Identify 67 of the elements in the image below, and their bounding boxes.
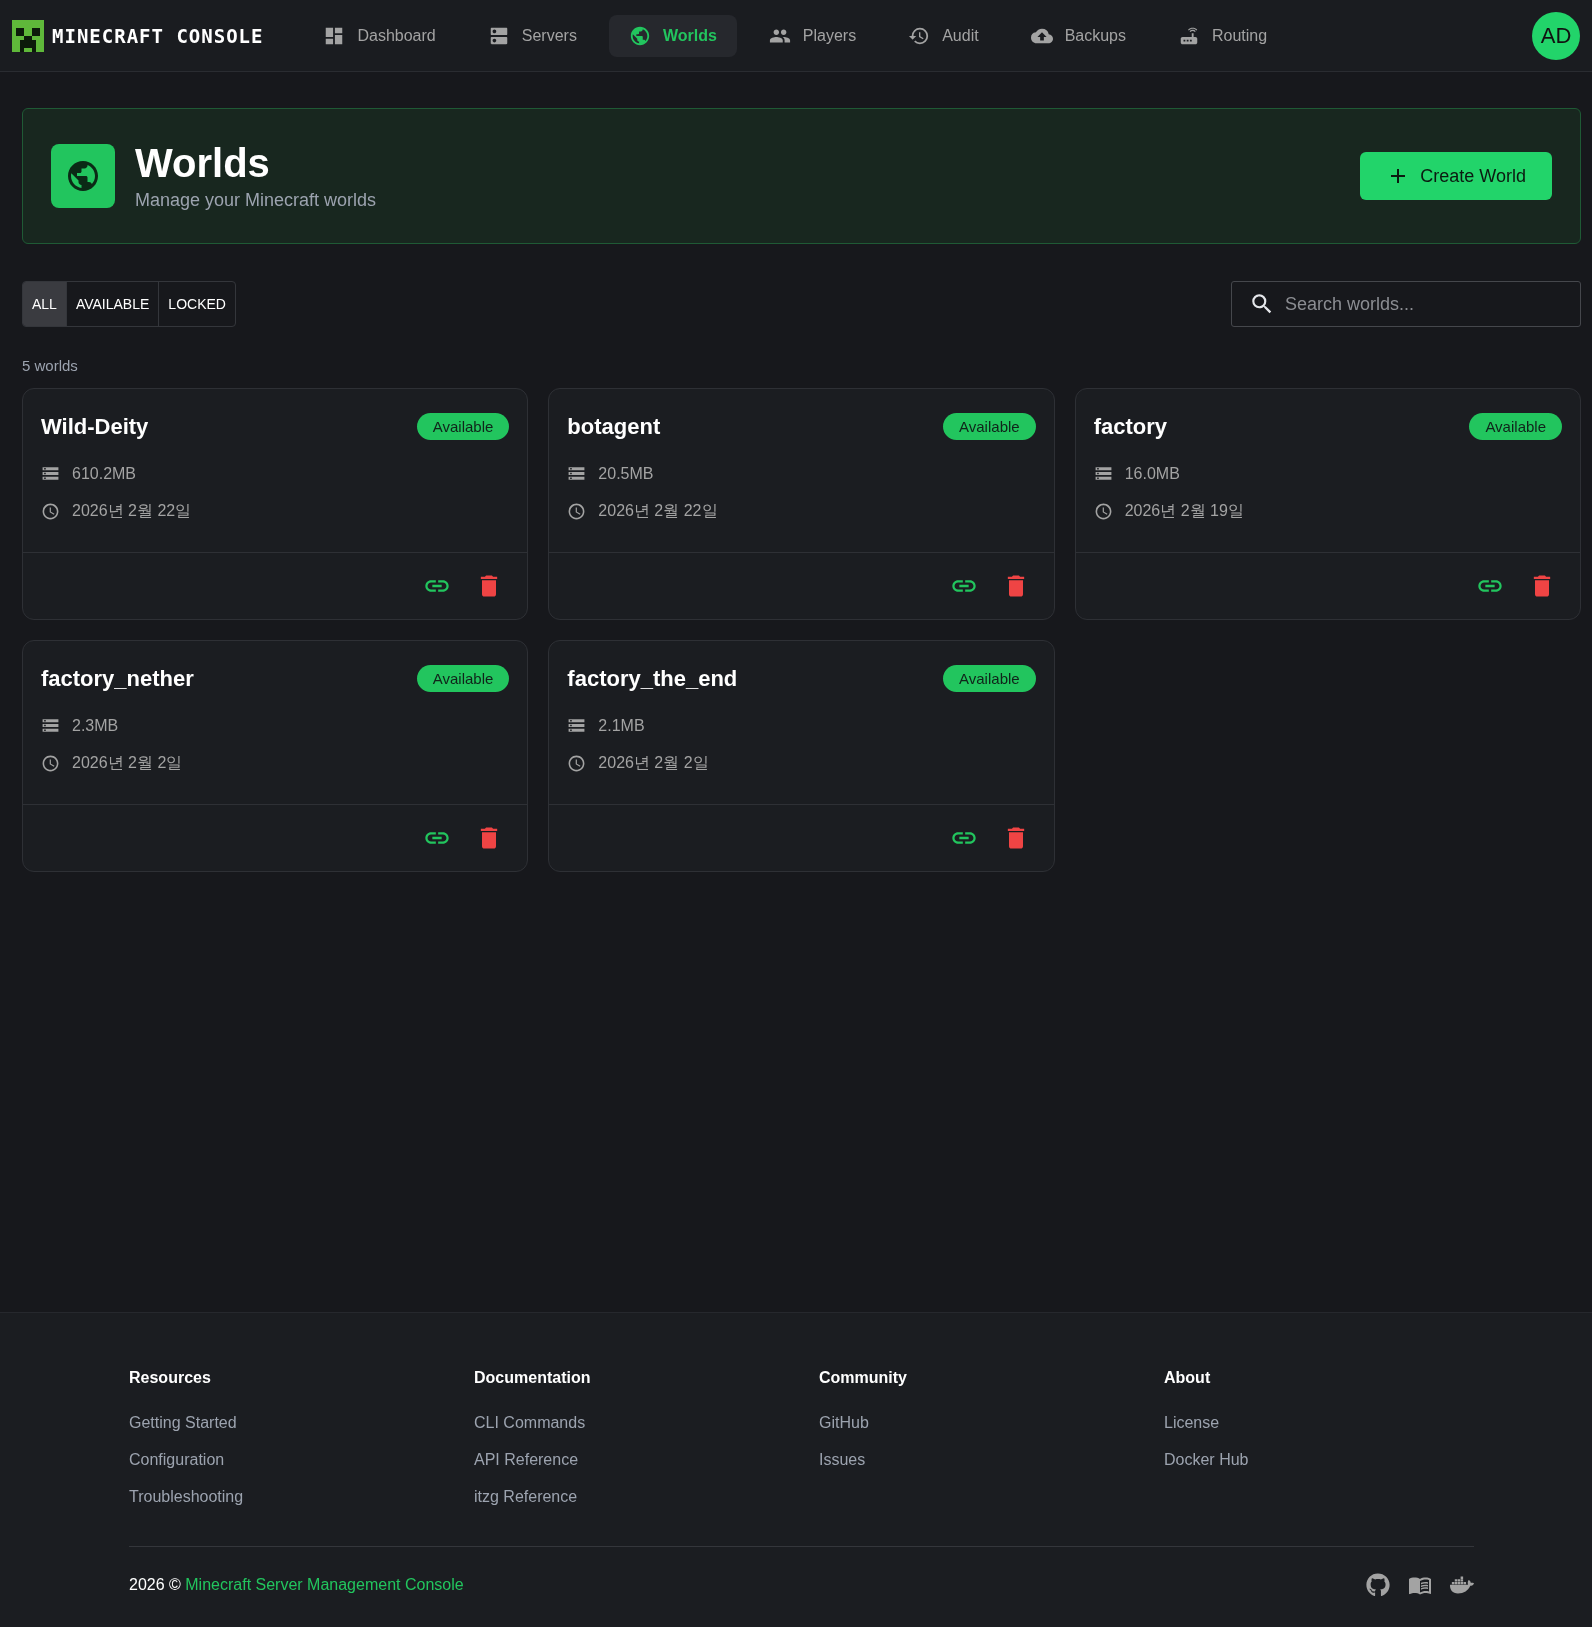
footer-heading: About bbox=[1164, 1369, 1212, 1387]
footer-link[interactable]: Issues bbox=[819, 1451, 1164, 1469]
status-badge: Available bbox=[943, 413, 1036, 440]
footer-link[interactable]: License bbox=[1164, 1414, 1509, 1432]
nav-tab[interactable]: Dashboard bbox=[303, 14, 456, 57]
github-icon[interactable] bbox=[1366, 1573, 1390, 1597]
world-name: factory bbox=[1093, 413, 1167, 440]
nav-tab[interactable]: Players bbox=[748, 14, 877, 57]
world-date: 2026년 2월 2일 bbox=[598, 753, 709, 773]
clock-icon bbox=[41, 754, 60, 773]
world-date: 2026년 2월 19일 bbox=[1124, 501, 1244, 521]
footer-heading: Community bbox=[819, 1369, 908, 1387]
storage-icon bbox=[567, 464, 587, 483]
nav-tab[interactable]: Servers bbox=[467, 14, 597, 57]
product-link[interactable]: Minecraft Server Management Console bbox=[185, 1576, 464, 1593]
world-size: 610.2MB bbox=[72, 464, 137, 483]
create-world-button[interactable]: Create World bbox=[1360, 152, 1552, 200]
filter-tab[interactable]: ALL bbox=[23, 282, 67, 326]
world-count: 5 worlds bbox=[22, 357, 79, 374]
footer-link[interactable]: Configuration bbox=[129, 1451, 474, 1469]
storage-icon bbox=[567, 716, 587, 735]
footer-heading: Documentation bbox=[474, 1369, 592, 1387]
nav-tab[interactable]: Worlds bbox=[608, 14, 737, 57]
world-name: factory_nether bbox=[41, 665, 194, 692]
filter-tab[interactable]: LOCKED bbox=[159, 282, 235, 326]
footer-link[interactable]: GitHub bbox=[819, 1414, 1164, 1432]
footer-link[interactable]: Docker Hub bbox=[1164, 1451, 1509, 1469]
status-badge: Available bbox=[943, 665, 1036, 692]
copyright-text: 2026 © Minecraft Server Management Console bbox=[129, 1576, 464, 1594]
status-badge: Available bbox=[1469, 413, 1562, 440]
footer-link[interactable]: CLI Commands bbox=[474, 1414, 819, 1432]
user-avatar[interactable]: AD bbox=[1532, 11, 1580, 60]
clock-icon bbox=[1093, 502, 1113, 521]
footer-link[interactable]: API Reference bbox=[474, 1451, 819, 1469]
clock-icon bbox=[567, 502, 587, 521]
status-badge: Available bbox=[416, 413, 510, 440]
status-badge: Available bbox=[416, 665, 510, 692]
world-name: factory_the_end bbox=[567, 665, 738, 692]
filter-tab[interactable]: AVAILABLE bbox=[66, 282, 160, 326]
world-size: 2.1MB bbox=[598, 716, 645, 735]
footer-link[interactable]: itzg Reference bbox=[474, 1488, 819, 1506]
page-title: Worlds bbox=[135, 141, 271, 186]
creeper-logo-icon bbox=[12, 19, 44, 52]
nav-tab[interactable]: Routing bbox=[1158, 14, 1288, 57]
world-size: 20.5MB bbox=[598, 464, 654, 483]
footer-link[interactable]: Troubleshooting bbox=[129, 1488, 474, 1506]
world-size: 16.0MB bbox=[1124, 464, 1180, 483]
globe-icon bbox=[51, 144, 115, 208]
world-date: 2026년 2월 22일 bbox=[72, 501, 192, 521]
search-field[interactable]: Search worlds... bbox=[1231, 281, 1581, 327]
page-subtitle: Manage your Minecraft worlds bbox=[135, 190, 378, 211]
storage-icon bbox=[41, 716, 60, 735]
nav-tab[interactable]: Backups bbox=[1010, 14, 1146, 57]
clock-icon bbox=[567, 754, 587, 773]
world-date: 2026년 2월 22일 bbox=[598, 501, 718, 521]
globe-icon bbox=[628, 24, 651, 47]
world-name: Wild-Deity bbox=[41, 413, 149, 440]
clock-icon bbox=[41, 502, 60, 521]
world-date: 2026년 2월 2일 bbox=[72, 753, 183, 773]
footer-heading: Resources bbox=[129, 1369, 212, 1387]
storage-icon bbox=[41, 464, 60, 483]
world-name: botagent bbox=[567, 413, 661, 440]
storage-icon bbox=[1093, 464, 1113, 483]
footer-link[interactable]: Getting Started bbox=[129, 1414, 474, 1432]
brand-name: MINECRAFT CONSOLE bbox=[52, 24, 264, 47]
world-size: 2.3MB bbox=[72, 716, 119, 735]
nav-tab[interactable]: Audit bbox=[888, 14, 999, 57]
